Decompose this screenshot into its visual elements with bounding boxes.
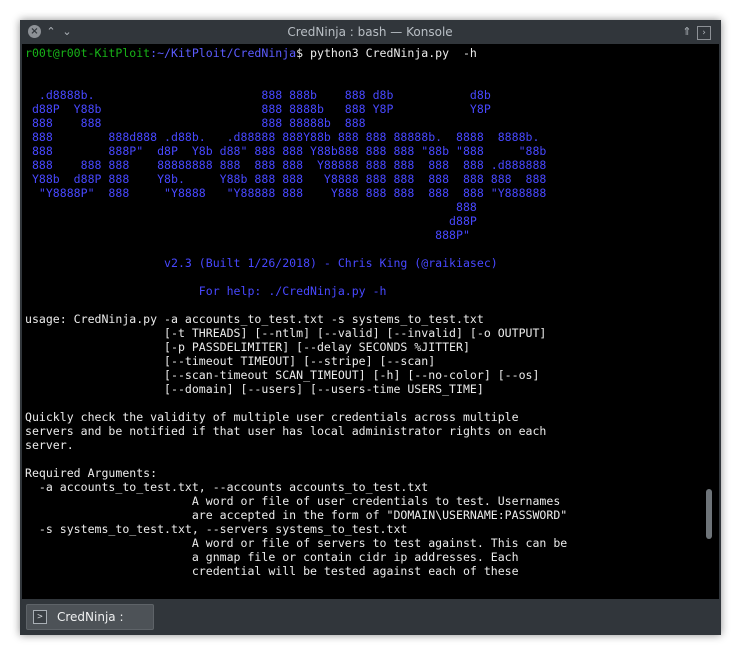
help-line: A word or file of servers to test agains… <box>25 536 568 550</box>
help-line: [--scan-timeout SCAN_TIMEOUT] [-h] [--no… <box>25 368 540 382</box>
prompt-user-host: r00t@r00t-KitPloit <box>25 46 151 60</box>
banner-line <box>25 74 567 88</box>
tab-bar: > CredNinja : bash <box>20 600 721 635</box>
help-line: are accepted in the form of "DOMAIN\USER… <box>25 508 568 522</box>
help-line: credential will be tested against each o… <box>25 564 519 578</box>
banner-line <box>25 60 567 74</box>
terminal-text: r00t@r00t-KitPloit:~/KitPloit/CredNinja$… <box>25 46 567 578</box>
tab-credninja-bash[interactable]: > CredNinja : bash <box>26 604 154 635</box>
tab-label: CredNinja : bash <box>57 610 124 635</box>
banner-line: 888 888d888 .d88b. .d88888 888Y88b 888 8… <box>25 130 540 144</box>
help-line: a gnmap file or contain cidr ip addresse… <box>25 550 519 564</box>
banner-line: 888 888P" d8P Y8b d88" 888 888 Y88b888 8… <box>25 144 547 158</box>
pin-icon[interactable]: › <box>697 26 711 40</box>
ascii-banner: .d8888b. 888 888b 888 d8b d8b d88P Y88b … <box>25 60 567 312</box>
banner-line: 888 888 888 88888888 888 888 888 Y88888 … <box>25 158 547 172</box>
title-bar[interactable]: × ⌃ ⌄ CredNinja : bash — Konsole ⇑ › <box>20 20 721 44</box>
banner-line: 888 888 888 88888b 888 <box>25 116 366 130</box>
terminal-output[interactable]: r00t@r00t-KitPloit:~/KitPloit/CredNinja$… <box>22 44 719 599</box>
minimize-icon[interactable]: ⌃ <box>44 25 58 39</box>
prompt-path: :~/KitPloit/CredNinja <box>150 46 297 60</box>
help-line: Required Arguments: <box>25 466 158 480</box>
help-line: usage: CredNinja.py -a accounts_to_test.… <box>25 312 484 326</box>
help-line: server. <box>25 438 74 452</box>
close-icon[interactable]: × <box>28 25 41 38</box>
banner-line: 888 <box>25 200 477 214</box>
help-line: -s systems_to_test.txt, --servers system… <box>25 522 408 536</box>
banner-line <box>25 298 567 312</box>
banner-line: 888P" <box>25 228 470 242</box>
banner-line: d88P Y88b 888 8888b 888 Y8P Y8P <box>25 102 491 116</box>
help-line: [--timeout TIMEOUT] [--stripe] [--scan] <box>25 354 436 368</box>
banner-line <box>25 270 567 284</box>
banner-line: Y88b d88P 888 Y8b. Y88b 888 888 Y8888 88… <box>25 172 547 186</box>
window-title: CredNinja : bash — Konsole <box>287 25 453 39</box>
banner-line: d88P <box>25 214 477 228</box>
help-line: [-p PASSDELIMITER] [--delay SECONDS %JIT… <box>25 340 470 354</box>
prompt-command: $ python3 CredNinja.py -h <box>296 46 477 60</box>
command-prompt: r00t@r00t-KitPloit:~/KitPloit/CredNinja$… <box>25 46 567 60</box>
banner-line: "Y8888P" 888 "Y8888 "Y88888 888 Y888 888… <box>25 186 547 200</box>
help-line <box>25 396 567 410</box>
help-line: Quickly check the validity of multiple u… <box>25 410 519 424</box>
banner-line: For help: ./CredNinja.py -h <box>25 284 387 298</box>
help-line: -a accounts_to_test.txt, --accounts acco… <box>25 480 429 494</box>
maximize-icon[interactable]: ⌄ <box>60 25 74 39</box>
scrollbar-thumb[interactable] <box>706 489 712 539</box>
help-line: [-t THREADS] [--ntlm] [--valid] [--inval… <box>25 326 547 340</box>
help-line <box>25 452 567 466</box>
scrollbar[interactable] <box>703 44 715 599</box>
banner-line <box>25 242 567 256</box>
keep-above-icon[interactable]: ⇑ <box>680 25 694 39</box>
help-line: [--domain] [--users] [--users-time USERS… <box>25 382 484 396</box>
banner-line: .d8888b. 888 888b 888 d8b d8b <box>25 88 491 102</box>
help-line: servers and be notified if that user has… <box>25 424 547 438</box>
help-output: usage: CredNinja.py -a accounts_to_test.… <box>25 312 567 578</box>
terminal-icon: > <box>33 610 47 624</box>
banner-line: v2.3 (Built 1/26/2018) - Chris King (@ra… <box>25 256 498 270</box>
help-line: A word or file of user credentials to te… <box>25 494 561 508</box>
konsole-window: × ⌃ ⌄ CredNinja : bash — Konsole ⇑ › r00… <box>20 20 721 635</box>
